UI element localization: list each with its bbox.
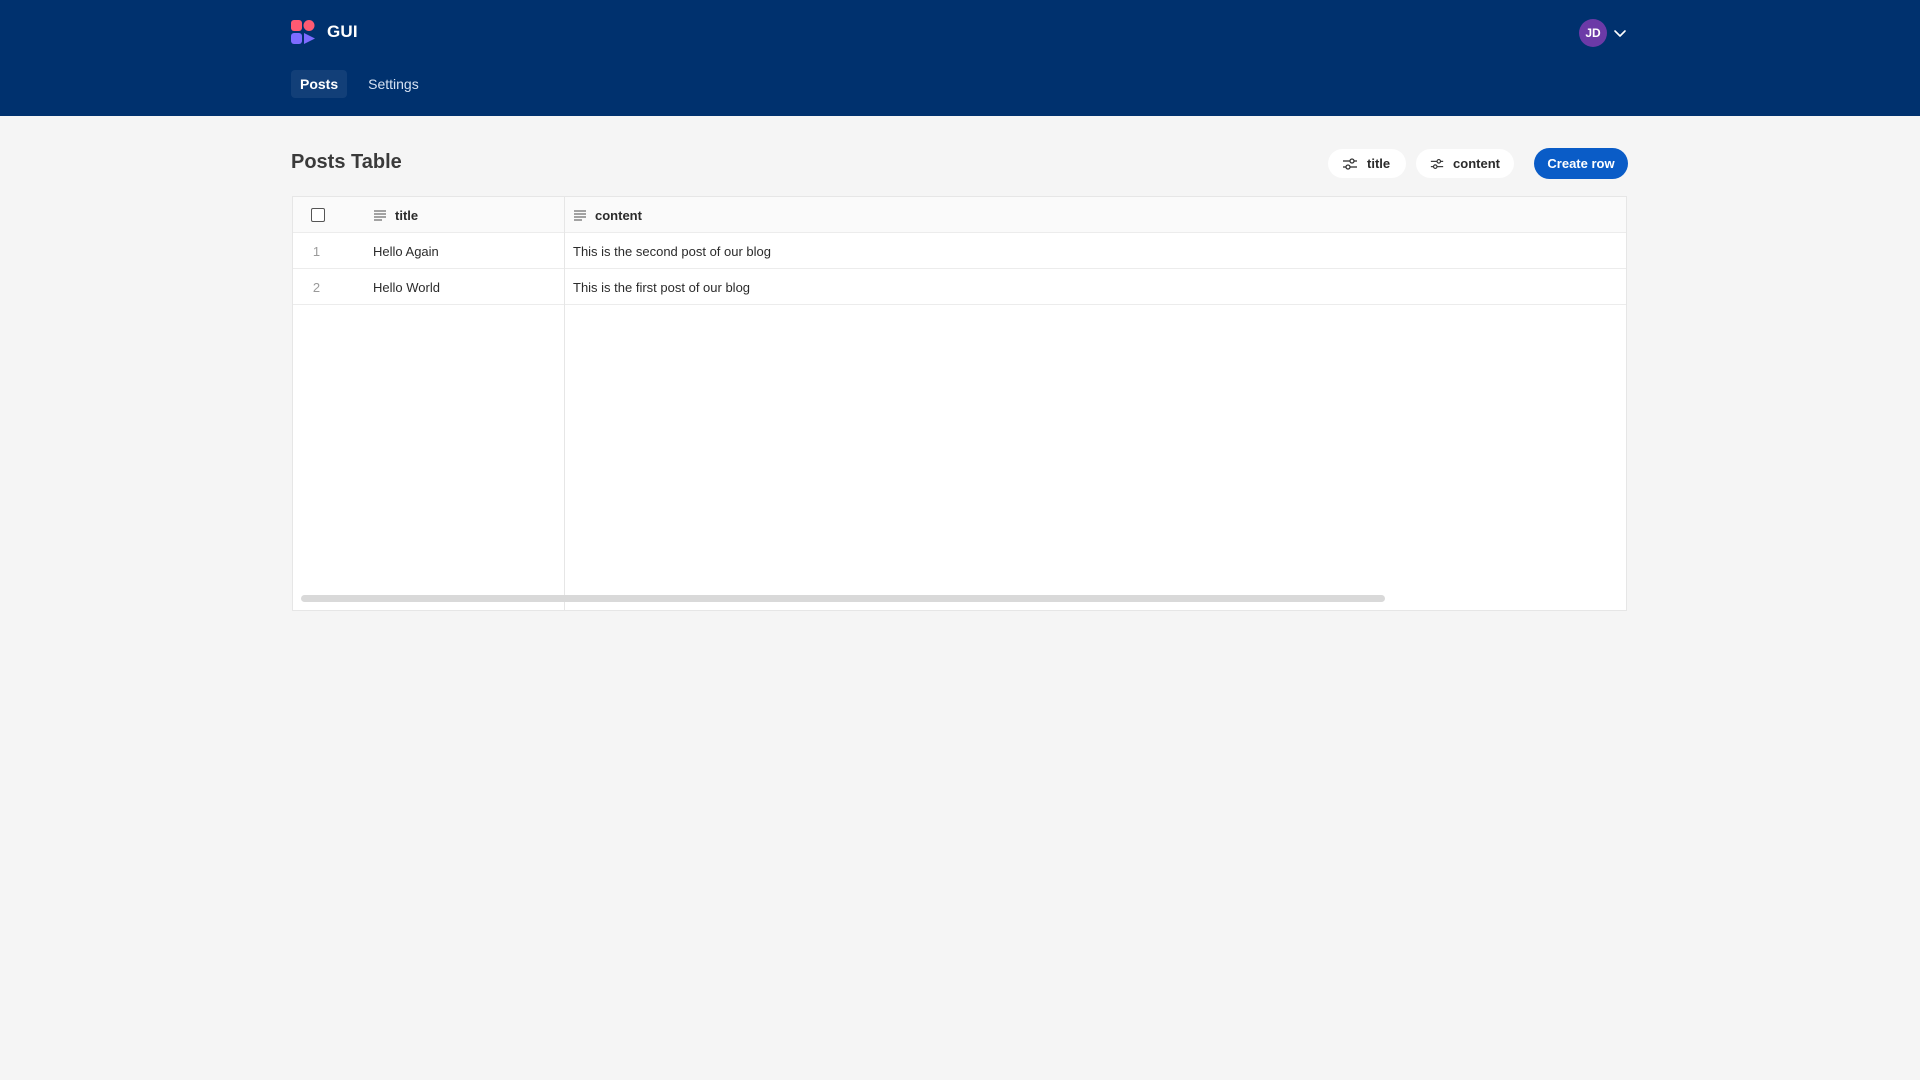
sliders-icon [1343,157,1357,170]
column-header-content[interactable]: content [573,197,1573,233]
tab-posts[interactable]: Posts [291,70,348,98]
title-cell[interactable]: Hello World [373,269,563,305]
column-divider [564,197,565,610]
text-lines-icon [374,210,386,221]
title-filter-button[interactable]: title [1328,149,1406,178]
main-nav: Posts Settings [291,70,428,98]
table-header: title content [293,197,1626,233]
table-row[interactable]: 2 Hello World This is the first post of … [293,269,1626,305]
chevron-down-icon[interactable] [1613,26,1627,40]
posts-table: title content 1 Hello Again This is the … [292,196,1627,611]
content-filter-label: content [1453,156,1500,171]
top-header: GUI Posts Settings JD [0,0,1920,116]
column-header-title[interactable]: title [373,197,563,233]
row-index: 1 [312,243,321,259]
select-all-checkbox[interactable] [311,208,325,222]
app-title: GUI [327,22,358,41]
tab-settings[interactable]: Settings [359,70,428,98]
row-index: 2 [312,279,321,295]
text-lines-icon [574,210,586,221]
horizontal-scrollbar[interactable] [301,595,1385,602]
content-cell[interactable]: This is the second post of our blog [573,233,1573,269]
content-cell[interactable]: This is the first post of our blog [573,269,1573,305]
create-row-button[interactable]: Create row [1534,148,1628,179]
brand[interactable]: GUI [291,18,358,46]
column-header-label: content [595,207,642,223]
title-filter-label: title [1367,156,1391,171]
avatar[interactable]: JD [1579,19,1607,47]
sliders-icon [1430,158,1444,169]
page-title: Posts Table [291,151,402,173]
app-logo-icon [291,20,315,44]
column-header-label: title [395,207,419,223]
user-menu[interactable]: JD [1579,19,1627,47]
title-cell[interactable]: Hello Again [373,233,563,269]
table-row[interactable]: 1 Hello Again This is the second post of… [293,233,1626,269]
content-filter-button[interactable]: content [1416,149,1514,178]
